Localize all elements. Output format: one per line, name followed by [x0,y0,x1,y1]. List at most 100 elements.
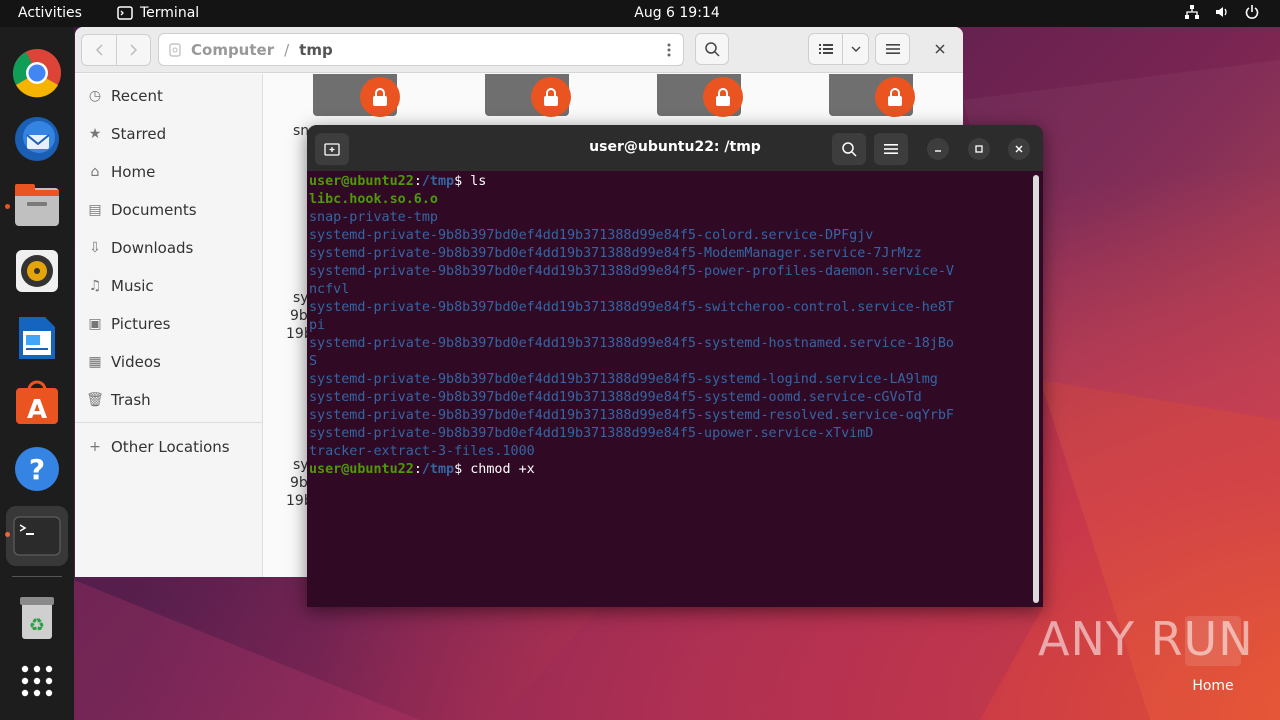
sidebar-item-music[interactable]: ♫ Music [87,272,154,300]
prompt-dollar: $ [454,462,463,477]
search-icon [705,42,720,57]
terminal-window: user@ubuntu22: /tmp user@ubuntu22:/tmp$ … [307,125,1043,607]
network-icon [1185,5,1199,19]
output-line: libc.hook.so.6.o [309,192,438,207]
sidebar-item-label: Home [111,163,156,181]
sidebar-item-downloads[interactable]: ⇩ Downloads [87,234,193,262]
minimize-button[interactable] [927,138,949,160]
sidebar-item-label: Recent [111,87,163,105]
output-line: systemd-private-9b8b397bd0ef4dd19b371388… [309,228,874,243]
output-line: pi [309,318,326,333]
writer-icon[interactable] [10,311,64,365]
sidebar-item-label: Downloads [111,239,194,257]
command-text: chmod +x [462,462,535,477]
sidebar-item-label: Documents [111,201,197,219]
output-line: snap-private-tmp [309,210,438,225]
video-icon: ▦ [88,354,102,370]
sidebar-item-label: Other Locations [111,438,230,456]
trash-icon: 🗑 [86,392,104,408]
maximize-button[interactable] [968,138,990,160]
forward-button[interactable] [116,34,151,66]
output-line: systemd-private-9b8b397bd0ef4dd19b371388… [309,300,954,315]
path-root[interactable]: Computer [191,41,274,59]
output-line: ncfvl [309,282,350,297]
sidebar-item-other-locations[interactable]: + Other Locations [87,433,230,461]
help-icon[interactable]: ? [10,442,64,496]
output-line: tracker-extract-3-files.1000 [309,444,535,459]
path-current[interactable]: tmp [299,41,333,59]
output-line: systemd-private-9b8b397bd0ef4dd19b371388… [309,336,954,351]
dock-separator [12,576,62,577]
sidebar-item-documents[interactable]: ▤ Documents [87,196,197,224]
output-line: S [309,354,318,369]
sidebar-item-pictures[interactable]: ▣ Pictures [87,310,170,338]
files-icon[interactable] [10,179,64,233]
svg-text:A: A [27,395,47,425]
clock[interactable]: Aug 6 19:14 [0,5,1280,21]
kebab-icon [667,43,671,57]
search-icon [842,142,857,157]
chevron-down-icon [851,46,860,52]
sidebar-item-label: Pictures [111,315,171,333]
sidebar-item-videos[interactable]: ▦ Videos [87,348,161,376]
prompt-user: user@ubuntu22 [309,174,414,189]
rhythmbox-icon[interactable] [10,244,64,298]
output-line: systemd-private-9b8b397bd0ef4dd19b371388… [309,246,922,261]
back-button[interactable] [81,34,117,66]
terminal-output[interactable]: user@ubuntu22:/tmp$ ls libc.hook.so.6.o s… [309,173,1029,603]
desktop-home-folder[interactable]: Home [1184,616,1242,708]
path-bar[interactable]: Computer / tmp [158,33,684,66]
terminal-scrollbar[interactable] [1033,175,1039,603]
close-button[interactable] [1008,138,1030,160]
prompt-path: /tmp [421,462,455,477]
trash-icon[interactable]: ♻ [10,591,64,645]
file-label: 9b [290,475,308,491]
lock-icon [360,77,400,117]
prompt-line: user@ubuntu22:/tmp$ chmod +x [309,461,1029,479]
sidebar-item-trash[interactable]: 🗑 Trash [86,386,151,414]
terminal-icon[interactable] [6,506,68,566]
sidebar-item-home[interactable]: ⌂ Home [87,158,156,186]
sidebar-item-label: Music [111,277,154,295]
output-line: systemd-private-9b8b397bd0ef4dd19b371388… [309,426,874,441]
path-separator: / [284,40,290,59]
star-icon: ★ [88,126,102,142]
system-tray[interactable] [1184,4,1260,20]
sidebar-item-starred[interactable]: ★ Starred [87,120,166,148]
home-folder-icon [1185,616,1241,666]
volume-icon [1216,7,1227,17]
prompt-line: user@ubuntu22:/tmp$ ls [309,173,1029,191]
sidebar-item-label: Videos [111,353,161,371]
download-icon: ⇩ [89,240,101,256]
view-list-button[interactable] [808,33,843,65]
terminal-search-button[interactable] [832,133,866,165]
disk-icon [169,42,181,57]
show-apps-icon[interactable] [10,654,64,708]
path-menu-button[interactable] [653,34,685,66]
main-menu-button[interactable] [875,33,910,65]
view-options-button[interactable] [842,33,869,65]
app-center-icon[interactable]: A [10,376,64,430]
hamburger-icon [884,144,898,154]
close-button[interactable] [926,35,954,63]
prompt-separator: : [413,174,422,189]
desktop-home-label: Home [1192,678,1234,694]
document-icon: ▤ [88,202,102,218]
prompt-user: user@ubuntu22 [309,462,414,477]
thunderbird-icon[interactable] [10,111,64,165]
sidebar-item-label: Trash [111,391,151,409]
ls-output: libc.hook.so.6.o snap-private-tmp systemd-… [309,191,1029,461]
sidebar-item-recent[interactable]: ◷ Recent [87,82,163,110]
list-view-icon [818,44,833,54]
file-label: 9b [290,308,308,324]
chevron-right-icon [129,44,137,56]
output-line: systemd-private-9b8b397bd0ef4dd19b371388… [309,264,954,279]
lock-icon [875,77,915,117]
output-line: systemd-private-9b8b397bd0ef4dd19b371388… [309,408,954,423]
output-line: systemd-private-9b8b397bd0ef4dd19b371388… [309,390,922,405]
terminal-menu-button[interactable] [874,133,908,165]
search-button[interactable] [695,33,729,65]
lock-icon [531,77,571,117]
chrome-icon[interactable] [10,46,64,100]
command-text: ls [462,174,487,189]
